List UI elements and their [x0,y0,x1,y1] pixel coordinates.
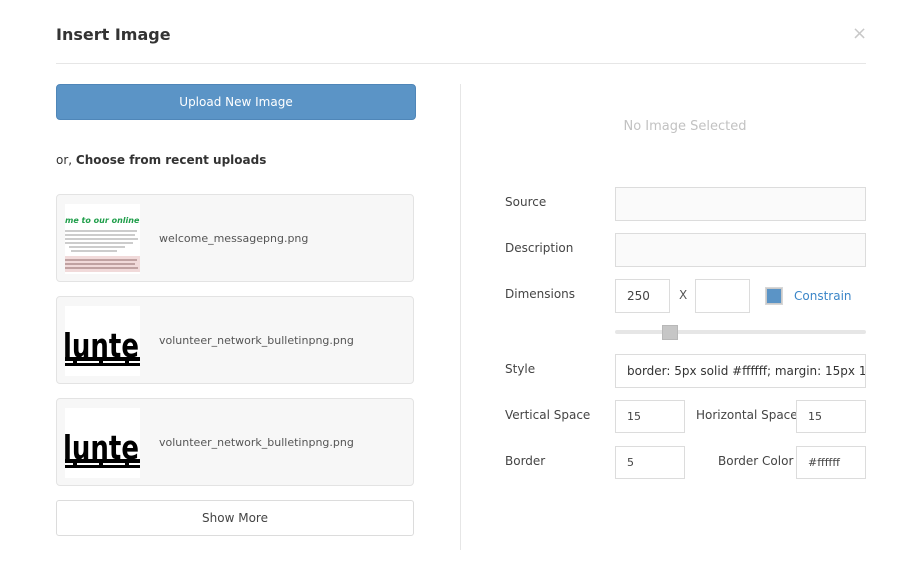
border-input[interactable]: 5 [615,446,685,479]
close-icon[interactable]: × [852,24,867,44]
recent-prefix: or, [56,153,76,167]
upload-item-welcome-message[interactable]: me to our online po welcome_messagepng.p… [56,194,414,282]
border-label: Border [505,454,546,468]
header-divider [56,63,866,64]
description-input[interactable] [615,233,866,267]
vertical-space-label: Vertical Space [505,408,591,422]
dimension-separator: X [679,288,688,302]
column-divider [460,84,461,550]
height-input[interactable] [695,279,750,313]
width-input[interactable]: 250 [615,279,670,313]
horizontal-space-label: Horizontal Space [696,408,798,422]
upload-filename: volunteer_network_bulletinpng.png [159,436,354,449]
horizontal-space-input[interactable]: 15 [796,400,866,433]
thumb-text: me to our online po [65,216,140,225]
border-color-input[interactable]: #ffffff [796,446,866,479]
dimensions-label: Dimensions [505,287,576,301]
thumbnail-image: lunteer N [65,306,140,376]
no-image-placeholder: No Image Selected [623,119,747,134]
dialog-title: Insert Image [56,25,171,44]
recent-label: Choose from recent uploads [75,153,267,167]
recent-uploads-heading: or, Choose from recent uploads [56,153,266,167]
description-label: Description [505,241,574,255]
size-slider-track[interactable] [615,330,866,334]
show-more-button[interactable]: Show More [56,500,414,536]
source-label: Source [505,195,547,209]
style-label: Style [505,362,536,376]
style-input[interactable]: border: 5px solid #ffffff; margin: 15px … [615,354,866,388]
constrain-label[interactable]: Constrain [794,289,852,303]
vertical-space-input[interactable]: 15 [615,400,685,433]
thumbnail-image: me to our online po [65,204,140,274]
upload-item-volunteer-bulletin[interactable]: lunteer N volunteer_network_bulletinpng.… [56,398,414,486]
thumbnail-image: lunteer N [65,408,140,478]
upload-filename: volunteer_network_bulletinpng.png [159,334,354,347]
source-input[interactable] [615,187,866,221]
constrain-checkbox[interactable] [765,287,783,305]
size-slider-handle[interactable] [662,325,678,340]
upload-item-volunteer-bulletin[interactable]: lunteer N volunteer_network_bulletinpng.… [56,296,414,384]
upload-filename: welcome_messagepng.png [159,232,309,245]
upload-new-image-button[interactable]: Upload New Image [56,84,416,120]
border-color-label: Border Color [718,454,794,468]
